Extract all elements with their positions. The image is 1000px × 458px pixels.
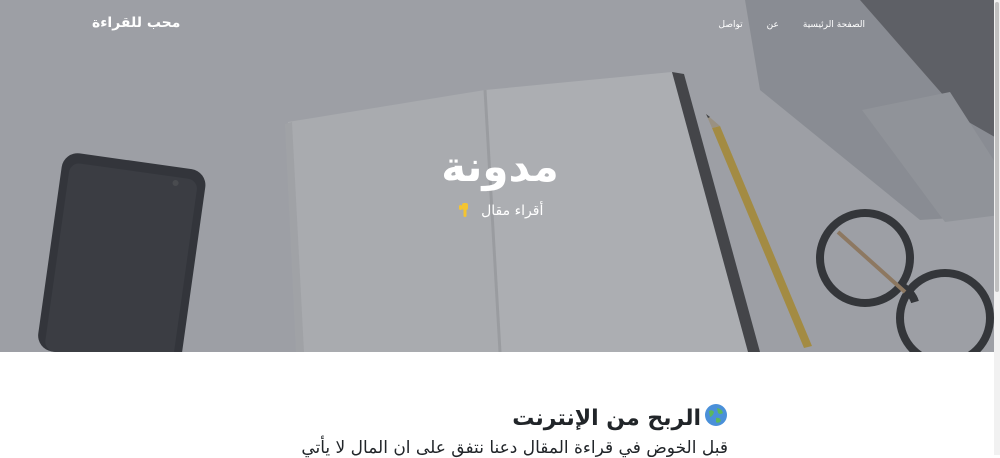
scrollbar-thumb[interactable] [995, 2, 999, 292]
hero-section: محب للقراءة الصفحة الرئيسية عن تواصل مدو… [0, 0, 1000, 352]
nav-link-about[interactable]: عن [767, 20, 779, 30]
nav-link-home[interactable]: الصفحة الرئيسية [803, 20, 865, 30]
nav-links: الصفحة الرئيسية عن تواصل [719, 20, 865, 30]
scrollbar[interactable] [994, 0, 1000, 455]
site-brand[interactable]: محب للقراءة [92, 15, 180, 31]
post-excerpt: قبل الخوض في قراءة المقال دعنا نتفق على … [301, 438, 728, 458]
post-title-row[interactable]: الربح من الإنترنت [512, 403, 728, 433]
navbar: محب للقراءة الصفحة الرئيسية عن تواصل [0, 0, 1000, 52]
hero-subtitle: أقراء مقال [481, 203, 544, 219]
hero-title: مدونة [441, 142, 559, 191]
globe-icon [704, 403, 728, 433]
hero-subtitle-row: أقراء مقال [0, 202, 1000, 222]
nav-link-contact[interactable]: تواصل [719, 20, 743, 30]
backhand-pointing-down-icon [457, 202, 473, 222]
post-title[interactable]: الربح من الإنترنت [512, 406, 701, 431]
